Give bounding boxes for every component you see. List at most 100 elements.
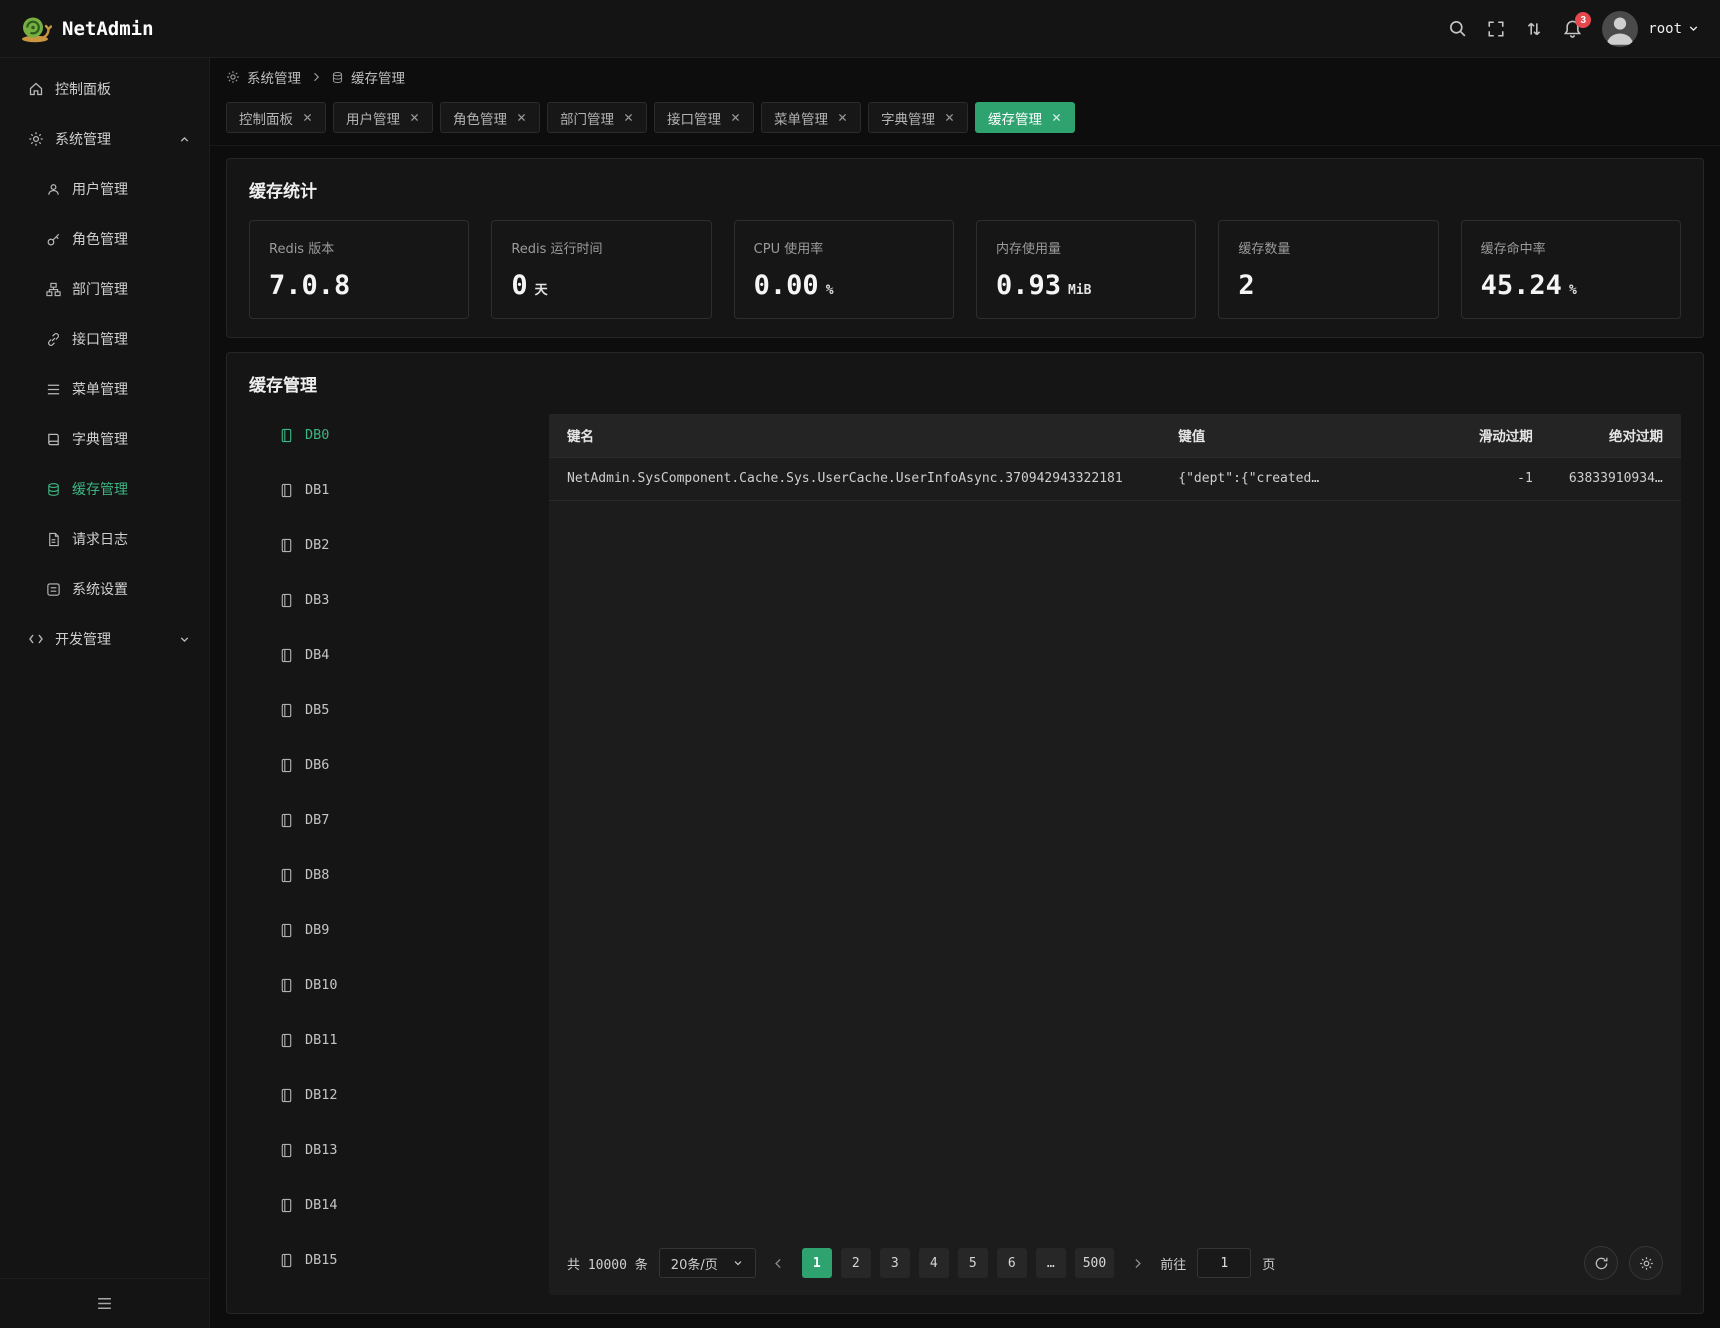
sidebar-item-roles[interactable]: 角色管理 xyxy=(0,214,209,264)
db-label: DB15 xyxy=(305,1252,338,1268)
tab[interactable]: 菜单管理 xyxy=(761,102,861,133)
notifications-button[interactable]: 3 xyxy=(1563,19,1582,38)
db-label: DB13 xyxy=(305,1142,338,1158)
search-button[interactable] xyxy=(1448,19,1467,38)
close-icon[interactable] xyxy=(623,112,634,123)
db-item[interactable]: DB5 xyxy=(279,693,549,727)
page-button[interactable]: 2 xyxy=(841,1248,871,1278)
sidebar-item-cache[interactable]: 缓存管理 xyxy=(0,464,209,514)
collapse-sidebar-button[interactable] xyxy=(0,1278,209,1328)
tab-label: 菜单管理 xyxy=(774,108,828,128)
sidebar-item-users[interactable]: 用户管理 xyxy=(0,164,209,214)
sidebar-item-dictionaries[interactable]: 字典管理 xyxy=(0,414,209,464)
db-item[interactable]: DB0 xyxy=(279,418,549,452)
stat-unit: 天 xyxy=(535,279,548,298)
tab[interactable]: 角色管理 xyxy=(440,102,540,133)
db-item[interactable]: DB14 xyxy=(279,1188,549,1222)
db-item[interactable]: DB3 xyxy=(279,583,549,617)
sidebar-item-request-logs[interactable]: 请求日志 xyxy=(0,514,209,564)
sidebar-system-submenu: 用户管理 角色管理 部门管理 xyxy=(0,164,209,614)
page-button[interactable]: 1 xyxy=(802,1248,832,1278)
db-item[interactable]: DB13 xyxy=(279,1133,549,1167)
db-item[interactable]: DB1 xyxy=(279,473,549,507)
goto-page-input[interactable] xyxy=(1197,1248,1251,1278)
db-item[interactable]: DB9 xyxy=(279,913,549,947)
sidebar: 控制面板 系统管理 用户管理 xyxy=(0,58,210,1328)
sidebar-item-departments[interactable]: 部门管理 xyxy=(0,264,209,314)
sidebar-item-label: 请求日志 xyxy=(72,529,128,549)
refresh-button[interactable] xyxy=(1584,1246,1618,1280)
db-list: DB0 DB1 DB2 xyxy=(249,414,549,1295)
sidebar-item-menus[interactable]: 菜单管理 xyxy=(0,364,209,414)
sidebar-item-apis[interactable]: 接口管理 xyxy=(0,314,209,364)
page-button[interactable]: 4 xyxy=(919,1248,949,1278)
tab[interactable]: 用户管理 xyxy=(333,102,433,133)
tab[interactable]: 缓存管理 xyxy=(975,102,1075,133)
db-item[interactable]: DB11 xyxy=(279,1023,549,1057)
user-menu[interactable]: root xyxy=(1602,11,1700,47)
close-icon[interactable] xyxy=(944,112,955,123)
layout-switch-button[interactable] xyxy=(1525,20,1543,38)
code-icon xyxy=(28,631,44,647)
tab[interactable]: 控制面板 xyxy=(226,102,326,133)
page-button[interactable]: 3 xyxy=(880,1248,910,1278)
cell-key: NetAdmin.SysComponent.Cache.Sys.UserCach… xyxy=(549,457,1160,500)
next-page-button[interactable] xyxy=(1125,1248,1149,1278)
sidebar-item-label: 控制面板 xyxy=(55,79,111,99)
close-icon[interactable] xyxy=(1051,112,1062,123)
db-item[interactable]: DB7 xyxy=(279,803,549,837)
page-button[interactable]: 5 xyxy=(958,1248,988,1278)
fullscreen-button[interactable] xyxy=(1487,20,1505,38)
db-item[interactable]: DB2 xyxy=(279,528,549,562)
tab[interactable]: 部门管理 xyxy=(547,102,647,133)
breadcrumb: 系统管理 缓存管理 xyxy=(210,58,1720,96)
sidebar-item-label: 部门管理 xyxy=(72,279,128,299)
sidebar-item-system[interactable]: 系统管理 xyxy=(0,114,209,164)
pagination: 共 10000 条 20条/页 xyxy=(549,1231,1681,1295)
cell-sliding-expiry: -1 xyxy=(1421,457,1551,500)
breadcrumb-item-cache: 缓存管理 xyxy=(331,67,405,87)
database-icon xyxy=(279,428,294,443)
db-item[interactable]: DB10 xyxy=(279,968,549,1002)
page-button[interactable]: … xyxy=(1036,1248,1066,1278)
page-button[interactable]: 500 xyxy=(1075,1248,1114,1278)
close-icon[interactable] xyxy=(409,112,420,123)
db-label: DB5 xyxy=(305,702,329,718)
sidebar-item-dashboard[interactable]: 控制面板 xyxy=(0,64,209,114)
db-item[interactable]: DB6 xyxy=(279,748,549,782)
tab-label: 用户管理 xyxy=(346,108,400,128)
db-label: DB14 xyxy=(305,1197,338,1213)
goto-label: 前往 xyxy=(1160,1254,1186,1273)
app-root: NetAdmin 3 xyxy=(0,0,1720,1328)
db-item[interactable]: DB4 xyxy=(279,638,549,672)
db-label: DB11 xyxy=(305,1032,338,1048)
page-button[interactable]: 6 xyxy=(997,1248,1027,1278)
db-label: DB3 xyxy=(305,592,329,608)
tab[interactable]: 接口管理 xyxy=(654,102,754,133)
prev-page-button[interactable] xyxy=(767,1248,791,1278)
stat-label: 内存使用量 xyxy=(996,238,1176,257)
table-settings-button[interactable] xyxy=(1629,1246,1663,1280)
close-icon[interactable] xyxy=(516,112,527,123)
close-icon[interactable] xyxy=(302,112,313,123)
tab[interactable]: 字典管理 xyxy=(868,102,968,133)
database-icon xyxy=(279,483,294,498)
breadcrumb-label: 系统管理 xyxy=(247,67,301,87)
db-label: DB4 xyxy=(305,647,329,663)
sidebar-item-dev[interactable]: 开发管理 xyxy=(0,614,209,664)
db-item[interactable]: DB8 xyxy=(279,858,549,892)
page-size-select[interactable]: 20条/页 xyxy=(659,1248,756,1278)
app-title: NetAdmin xyxy=(62,18,154,40)
table-row[interactable]: NetAdmin.SysComponent.Cache.Sys.UserCach… xyxy=(549,457,1681,500)
close-icon[interactable] xyxy=(730,112,741,123)
sidebar-item-label: 开发管理 xyxy=(55,629,111,649)
notification-badge: 3 xyxy=(1575,12,1591,28)
stat-label: Redis 版本 xyxy=(269,238,449,257)
breadcrumb-item-system[interactable]: 系统管理 xyxy=(226,67,301,87)
db-item[interactable]: DB15 xyxy=(279,1243,549,1277)
close-icon[interactable] xyxy=(837,112,848,123)
stat-value: 0.00 % xyxy=(754,270,934,301)
gear-icon xyxy=(1639,1256,1654,1271)
sidebar-item-system-settings[interactable]: 系统设置 xyxy=(0,564,209,614)
db-item[interactable]: DB12 xyxy=(279,1078,549,1112)
